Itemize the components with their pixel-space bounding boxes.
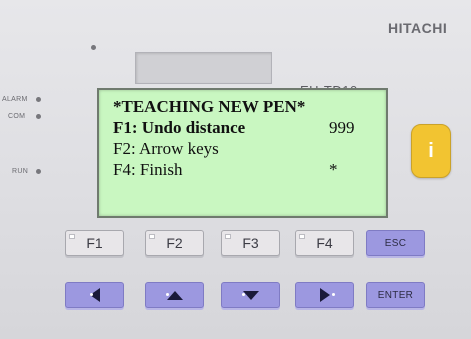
f2-label: F2 xyxy=(166,235,183,251)
f2-button[interactable]: F2 xyxy=(145,230,204,256)
lcd-line-3-label: F4: Finish xyxy=(113,160,183,179)
com-led xyxy=(36,114,41,119)
enter-button[interactable]: ENTER xyxy=(366,282,425,308)
run-led xyxy=(36,169,41,174)
display-window xyxy=(135,52,272,84)
f3-button[interactable]: F3 xyxy=(221,230,280,256)
up-arrow-button[interactable] xyxy=(145,282,204,308)
lcd-line-3: F4: Finish * xyxy=(113,159,376,180)
lcd-title: *TEACHING NEW PEN* xyxy=(113,97,306,116)
f1-led xyxy=(69,234,75,239)
info-button[interactable]: i xyxy=(411,124,451,178)
up-arrow-led xyxy=(166,293,169,296)
f4-label: F4 xyxy=(316,235,333,251)
lcd-line-2-label: F2: Arrow keys xyxy=(113,139,219,158)
left-arrow-button[interactable] xyxy=(65,282,124,308)
down-arrow-led xyxy=(242,293,245,296)
lcd-line-1-value: 999 xyxy=(329,118,355,137)
alarm-label: ALARM xyxy=(2,96,28,103)
f1-button[interactable]: F1 xyxy=(65,230,124,256)
run-label: RUN xyxy=(12,168,29,175)
right-arrow-button[interactable] xyxy=(295,282,354,308)
right-arrow-led xyxy=(332,293,335,296)
f1-label: F1 xyxy=(86,235,103,251)
hmi-panel: HITACHI EH-TD10 ALARM COM RUN *TEACHING … xyxy=(0,0,471,339)
f4-button[interactable]: F4 xyxy=(295,230,354,256)
brand-logo: HITACHI xyxy=(388,20,448,36)
f4-led xyxy=(299,234,305,239)
lcd-line-2: F2: Arrow keys xyxy=(113,138,376,159)
lcd-line-3-value: * xyxy=(329,160,338,179)
right-arrow-icon xyxy=(319,288,330,302)
power-led xyxy=(91,45,96,50)
down-arrow-button[interactable] xyxy=(221,282,280,308)
left-arrow-led xyxy=(90,293,93,296)
f3-led xyxy=(225,234,231,239)
alarm-led xyxy=(36,97,41,102)
lcd-line-1: F1: Undo distance 999 xyxy=(113,117,376,138)
lcd-line-1-label: F1: Undo distance xyxy=(113,118,246,137)
f3-label: F3 xyxy=(242,235,259,251)
com-label: COM xyxy=(8,113,26,120)
esc-button[interactable]: ESC xyxy=(366,230,425,256)
f2-led xyxy=(149,234,155,239)
lcd-screen: *TEACHING NEW PEN* F1: Undo distance 999… xyxy=(97,88,388,218)
